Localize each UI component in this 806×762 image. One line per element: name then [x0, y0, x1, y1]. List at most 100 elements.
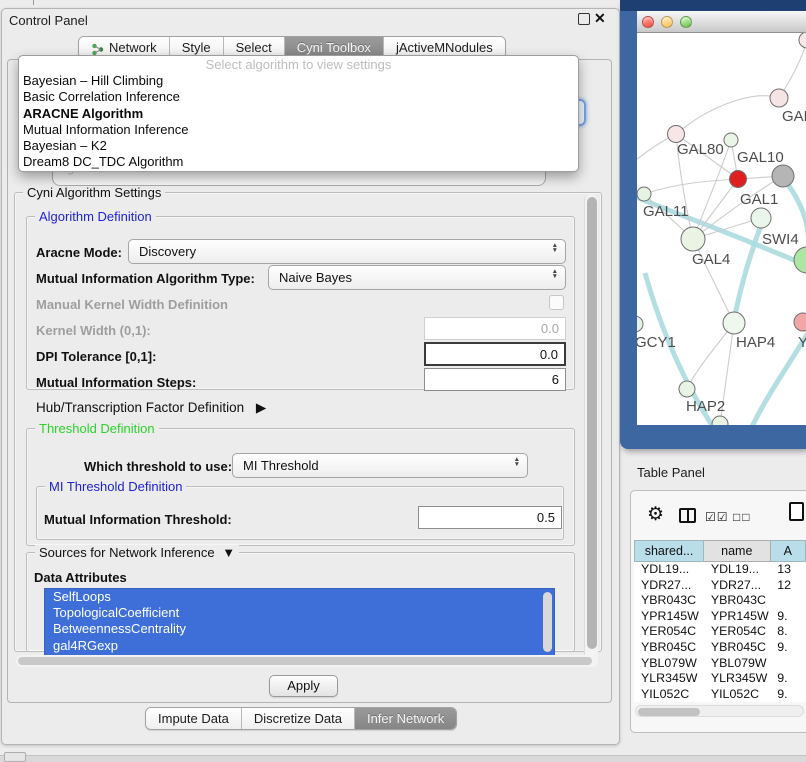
attr-list-scrollbar[interactable] [543, 592, 552, 652]
network-node[interactable] [681, 227, 705, 251]
kernel-width-label: Kernel Width (0,1): [36, 323, 151, 338]
table-row[interactable]: YBL079WYBL079W [634, 656, 806, 672]
network-node[interactable] [712, 416, 728, 425]
cyni-algorithm-settings-title: Cyni Algorithm Settings [23, 185, 165, 200]
manual-kernel-label: Manual Kernel Width Definition [36, 297, 228, 312]
table-row[interactable]: YDR27...YDR27...12 [634, 578, 806, 594]
dpi-tolerance-field[interactable]: 0.0 [424, 342, 566, 366]
column-header-a[interactable]: A [771, 540, 806, 562]
network-node[interactable] [668, 126, 685, 143]
table-row[interactable]: YER054CYER054C8. [634, 624, 806, 640]
cell: YPR145W [704, 609, 770, 625]
float-window-icon[interactable] [578, 13, 590, 25]
tab-infer-network[interactable]: Infer Network [355, 708, 456, 729]
algorithm-option-aracne-algorithm[interactable]: ARACNE Algorithm [19, 106, 578, 122]
column-header-name[interactable]: name [704, 540, 770, 562]
attribute-betweennesscentrality[interactable]: BetweennessCentrality [45, 621, 554, 637]
network-node[interactable] [772, 165, 794, 187]
select-all-checkboxes-icon[interactable]: ☑☑ [705, 510, 729, 524]
settings-vertical-scrollbar[interactable] [584, 194, 598, 662]
cell: YDL19... [634, 562, 704, 578]
hub-definition-expander[interactable]: Hub/Transcription Factor Definition ▶ [36, 400, 266, 416]
algorithm-definition-title: Algorithm Definition [35, 209, 156, 224]
table-horizontal-scrollbar[interactable] [635, 705, 804, 717]
network-node[interactable] [770, 89, 788, 107]
network-edge[interactable] [687, 323, 734, 389]
network-node[interactable] [794, 313, 806, 331]
settings-horizontal-scrollbar[interactable] [16, 655, 598, 667]
algorithm-option-dream8-dc-tdc-algorithm[interactable]: Dream8 DC_TDC Algorithm [19, 154, 578, 170]
mi-steps-label: Mutual Information Steps: [36, 375, 196, 390]
algorithm-option-basic-correlation-inference[interactable]: Basic Correlation Inference [19, 89, 578, 105]
document-icon[interactable] [789, 502, 804, 521]
network-window-top-strip [620, 0, 806, 11]
network-node[interactable] [723, 312, 745, 334]
apply-button[interactable]: Apply [269, 675, 338, 697]
aracne-mode-combo[interactable]: Discovery ▲▼ [128, 239, 566, 264]
aracne-mode-label: Aracne Mode: [36, 245, 122, 260]
network-edge[interactable] [644, 179, 738, 194]
which-threshold-combo[interactable]: MI Threshold ▲▼ [232, 453, 528, 478]
manual-kernel-checkbox[interactable] [549, 295, 564, 310]
zoom-traffic-light-icon[interactable] [680, 16, 692, 28]
bottom-left-button[interactable] [4, 752, 26, 762]
network-window-titlebar[interactable] [637, 11, 806, 33]
control-panel-title: Control Panel [1, 8, 620, 33]
network-edge[interactable] [676, 96, 779, 134]
table-row[interactable]: YBR045CYBR045C9. [634, 640, 806, 656]
network-canvas[interactable]: GAL7GAL80GAL10GAL1GAL11SWI4GAL4GCY1HAP4Y… [637, 33, 806, 425]
deselect-all-checkboxes-icon[interactable]: □□ [733, 510, 752, 524]
network-node[interactable] [751, 208, 771, 228]
data-attributes-list[interactable]: SelfLoopsTopologicalCoefficientBetweenne… [44, 588, 555, 656]
table-row[interactable]: YBR043CYBR043C [634, 593, 806, 609]
node-label-gal1: GAL1 [740, 191, 778, 208]
network-node[interactable] [679, 381, 695, 397]
collapse-down-icon: ▼ [222, 545, 235, 560]
close-icon[interactable]: ✕ [594, 10, 606, 27]
table-row[interactable]: YIL052CYIL052C9. [634, 687, 806, 703]
tab-discretize-data[interactable]: Discretize Data [242, 708, 355, 729]
columns-icon[interactable] [679, 508, 696, 523]
mi-threshold-field[interactable]: 0.5 [418, 506, 562, 529]
network-node[interactable] [794, 247, 806, 273]
tab-label-discretize-data: Discretize Data [254, 708, 342, 730]
cell: 12 [770, 578, 806, 594]
minimize-traffic-light-icon[interactable] [661, 16, 673, 28]
network-node[interactable] [799, 33, 806, 48]
table-header-row: shared...nameA [634, 540, 806, 562]
mi-threshold-group-title: MI Threshold Definition [45, 479, 186, 494]
aracne-mode-value: Discovery [139, 244, 196, 259]
node-label-gal80: GAL80 [677, 141, 724, 158]
settings-horizontal-scrollbar-thumb[interactable] [18, 657, 592, 665]
cell: YER054C [704, 624, 770, 640]
attribute-selfloops[interactable]: SelfLoops [45, 589, 554, 605]
mi-type-combo[interactable]: Naive Bayes ▲▼ [268, 265, 566, 290]
cell: YER054C [634, 624, 704, 640]
network-node[interactable] [730, 171, 747, 188]
algorithm-option-bayesian-k2[interactable]: Bayesian – K2 [19, 138, 578, 154]
tab-impute-data[interactable]: Impute Data [146, 708, 242, 729]
table-horizontal-scrollbar-thumb[interactable] [638, 708, 700, 716]
algorithm-option-mutual-information-inference[interactable]: Mutual Information Inference [19, 122, 578, 138]
sources-group-title[interactable]: Sources for Network Inference ▼ [35, 545, 239, 560]
top-tick-mark [33, 0, 34, 5]
attribute-topologicalcoefficient[interactable]: TopologicalCoefficient [45, 605, 554, 621]
cell: 9. [770, 640, 806, 656]
network-graph[interactable]: GAL7GAL80GAL10GAL1GAL11SWI4GAL4GCY1HAP4Y… [637, 33, 806, 425]
node-label-y: Y [798, 334, 806, 351]
table-row[interactable]: YDL19...YDL19...13 [634, 562, 806, 578]
network-node[interactable] [637, 316, 643, 332]
attribute-gal4rgexp[interactable]: gal4RGexp [45, 638, 554, 654]
gear-icon[interactable]: ⚙ [647, 503, 664, 526]
kernel-width-field[interactable]: 0.0 [424, 317, 566, 340]
mi-steps-field[interactable]: 6 [424, 368, 566, 391]
algorithm-option-bayesian-hill-climbing[interactable]: Bayesian – Hill Climbing [19, 73, 578, 89]
network-node[interactable] [724, 133, 738, 147]
table-row[interactable]: YLR345WYLR345W9. [634, 671, 806, 687]
network-node[interactable] [637, 187, 651, 201]
which-threshold-value: MI Threshold [243, 458, 319, 473]
column-header-shared[interactable]: shared... [634, 540, 704, 562]
table-row[interactable]: YPR145WYPR145W9. [634, 609, 806, 625]
settings-vertical-scrollbar-thumb[interactable] [587, 197, 597, 649]
close-traffic-light-icon[interactable] [642, 16, 654, 28]
